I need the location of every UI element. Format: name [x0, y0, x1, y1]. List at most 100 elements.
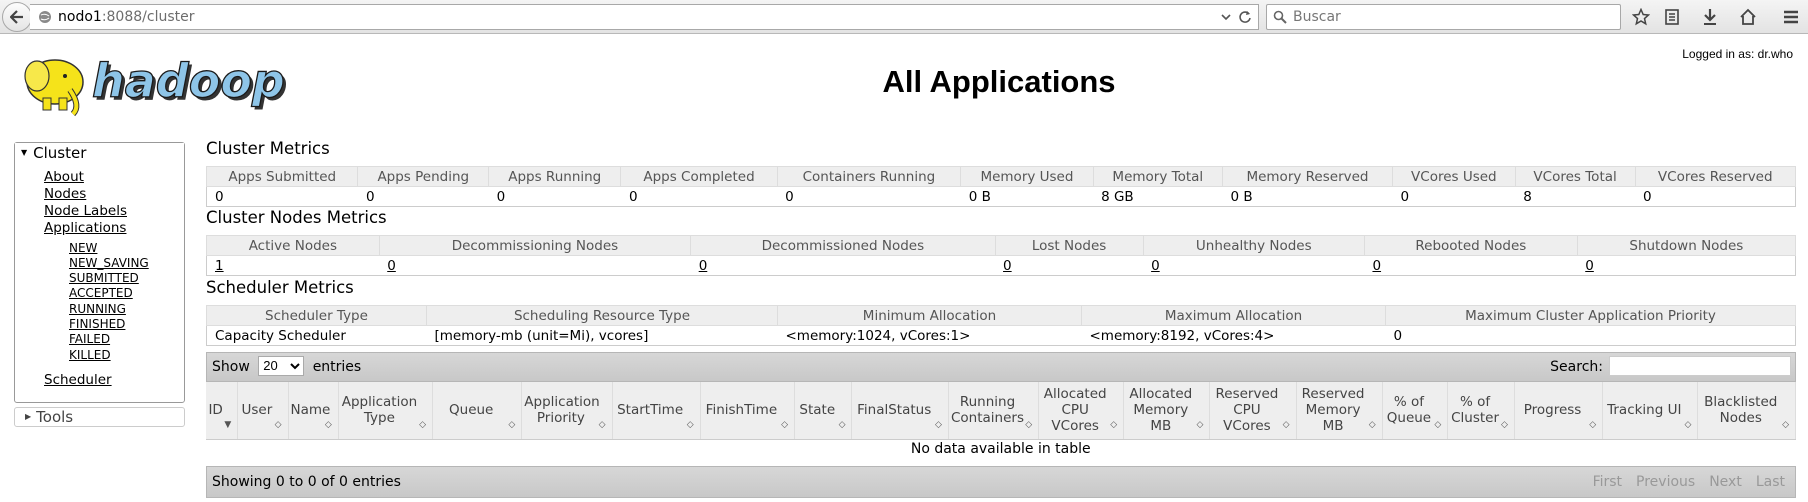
back-arrow-icon	[10, 10, 23, 24]
metric-value: 0	[1392, 186, 1516, 207]
apps-search-input[interactable]	[1609, 355, 1791, 376]
sort-icon: ◇	[1110, 419, 1118, 430]
col-final-status[interactable]: FinalStatus ◇	[851, 382, 949, 440]
active-nodes-link[interactable]: 1	[215, 258, 224, 274]
col-application-priority[interactable]: Application Priority ◇	[521, 382, 613, 440]
app-state-new-saving[interactable]: NEW_SAVING	[69, 256, 149, 270]
apps-table: ID ▼ User ◇ Name ◇ Application Type ◇ Queue ◇…	[206, 382, 1796, 459]
search-label: Search:	[1550, 359, 1603, 375]
col-application-type[interactable]: Application Type ◇	[338, 382, 434, 440]
chevron-down-icon[interactable]	[1220, 9, 1232, 25]
sort-icon: ◇	[324, 419, 332, 430]
sidebar-item-about[interactable]: About	[44, 169, 84, 185]
sidebar-nav: ▼ Cluster About Nodes Node Labels Applica…	[14, 142, 185, 403]
metric-header: Containers Running	[776, 166, 962, 187]
sort-icon: ◇	[1501, 419, 1508, 430]
sidebar-item-nodes[interactable]: Nodes	[44, 186, 86, 202]
col-user[interactable]: User ◇	[237, 382, 289, 440]
sort-icon: ◇	[686, 419, 694, 430]
metric-value: 0 B	[1222, 186, 1393, 207]
search-icon	[1273, 10, 1287, 24]
app-state-new[interactable]: NEW	[69, 241, 97, 255]
lost-nodes-link[interactable]: 0	[1003, 258, 1012, 274]
rebooted-nodes-link[interactable]: 0	[1372, 258, 1381, 274]
empty-table-message: No data available in table	[910, 441, 1091, 458]
sort-icon: ◇	[1025, 419, 1033, 430]
decommissioning-nodes-link[interactable]: 0	[387, 258, 396, 274]
col-tracking-ui[interactable]: Tracking UI ◇	[1602, 382, 1699, 440]
metric-header: VCores Used	[1391, 166, 1516, 187]
col-reserved-cpu-vcores[interactable]: Reserved CPU VCores ◇	[1209, 382, 1297, 440]
app-state-running[interactable]: RUNNING	[69, 302, 126, 316]
metric-header: Apps Completed	[620, 166, 778, 187]
col-finish-time[interactable]: FinishTime ◇	[700, 382, 796, 440]
col-allocated-memory-mb[interactable]: Allocated Memory MB ◇	[1123, 382, 1211, 440]
metric-value: 0	[205, 186, 358, 207]
home-icon[interactable]	[1738, 7, 1758, 27]
col-progress[interactable]: Progress ◇	[1514, 382, 1604, 440]
col-percent-of-cluster[interactable]: % of Cluster ◇	[1447, 382, 1515, 440]
back-button[interactable]	[2, 2, 32, 32]
show-label: Show	[212, 359, 250, 375]
cluster-metrics-title: Cluster Metrics	[206, 139, 330, 158]
sort-icon: ◇	[781, 419, 789, 430]
app-state-killed[interactable]: KILLED	[69, 348, 111, 362]
entries-select[interactable]: 20	[258, 355, 305, 376]
cluster-toggle[interactable]: ▼ Cluster	[15, 143, 184, 163]
col-name[interactable]: Name ◇	[288, 382, 339, 440]
tools-label: Tools	[36, 408, 74, 426]
metric-header: Active Nodes	[206, 235, 380, 256]
pager-first-button[interactable]: First	[1593, 474, 1622, 490]
sidebar-item-node-labels[interactable]: Node Labels	[44, 203, 127, 219]
sidebar-item-applications[interactable]: Applications	[44, 220, 126, 236]
reading-list-icon[interactable]	[1662, 7, 1682, 27]
app-state-submitted[interactable]: SUBMITTED	[69, 271, 139, 285]
browser-search-input[interactable]: Buscar	[1266, 4, 1621, 30]
pager-last-button[interactable]: Last	[1756, 474, 1785, 490]
tools-toggle[interactable]: ▶ Tools	[14, 407, 185, 427]
app-state-finished[interactable]: FINISHED	[69, 317, 125, 331]
sort-icon: ◇	[1196, 419, 1204, 430]
metric-header: Shutdown Nodes	[1576, 235, 1797, 256]
download-icon[interactable]	[1700, 7, 1720, 27]
app-state-failed[interactable]: FAILED	[69, 332, 110, 346]
metric-header: Maximum Cluster Application Priority	[1385, 305, 1796, 326]
metric-header: Maximum Allocation	[1081, 305, 1386, 326]
col-state[interactable]: State ◇	[794, 382, 853, 440]
col-id[interactable]: ID ▼	[206, 382, 239, 440]
sidebar-item-scheduler[interactable]: Scheduler	[44, 372, 112, 388]
metric-value: Capacity Scheduler	[206, 325, 427, 346]
sort-icon: ◇	[1282, 419, 1290, 430]
col-blacklisted-nodes[interactable]: Blacklisted Nodes ◇	[1697, 382, 1796, 440]
col-queue[interactable]: Queue ◇	[432, 382, 523, 440]
col-reserved-memory-mb[interactable]: Reserved Memory MB ◇	[1296, 382, 1383, 440]
bookmark-star-icon[interactable]	[1631, 7, 1651, 27]
nodes-metrics-table: Active Nodes Decommissioning Nodes Decom…	[206, 235, 1797, 276]
showing-info: Showing 0 to 0 of 0 entries	[212, 474, 401, 490]
triangle-right-icon: ▶	[25, 412, 32, 421]
menu-icon[interactable]	[1781, 7, 1801, 27]
pager-next-button[interactable]: Next	[1709, 474, 1742, 490]
metric-header: Apps Running	[488, 166, 622, 187]
app-state-accepted[interactable]: ACCEPTED	[69, 286, 133, 300]
metric-value: <memory:1024, vCores:1>	[777, 325, 1082, 346]
url-bar[interactable]: nodo1:8088/cluster	[30, 4, 1259, 30]
col-start-time[interactable]: StartTime ◇	[612, 382, 701, 440]
metric-value: 0	[357, 186, 489, 207]
reload-icon[interactable]	[1238, 9, 1252, 25]
sort-icon: ◇	[1782, 419, 1789, 430]
apps-table-toolbar: Show 20 entries Search:	[206, 352, 1796, 382]
metric-value: 0	[1635, 186, 1796, 207]
cluster-metrics-table: Apps Submitted Apps Pending Apps Running…	[205, 166, 1796, 207]
col-allocated-cpu-vcores[interactable]: Allocated CPU VCores ◇	[1038, 382, 1125, 440]
col-percent-of-queue[interactable]: % of Queue ◇	[1382, 382, 1449, 440]
metric-value: 0	[488, 186, 621, 207]
pager-previous-button[interactable]: Previous	[1636, 474, 1695, 490]
scheduler-metrics-title: Scheduler Metrics	[206, 278, 354, 297]
col-running-containers[interactable]: Running Containers ◇	[948, 382, 1040, 440]
shutdown-nodes-link[interactable]: 0	[1585, 258, 1594, 274]
decommissioned-nodes-link[interactable]: 0	[699, 258, 708, 274]
search-placeholder: Buscar	[1293, 9, 1341, 25]
unhealthy-nodes-link[interactable]: 0	[1151, 258, 1160, 274]
metric-header: Memory Total	[1092, 166, 1223, 187]
